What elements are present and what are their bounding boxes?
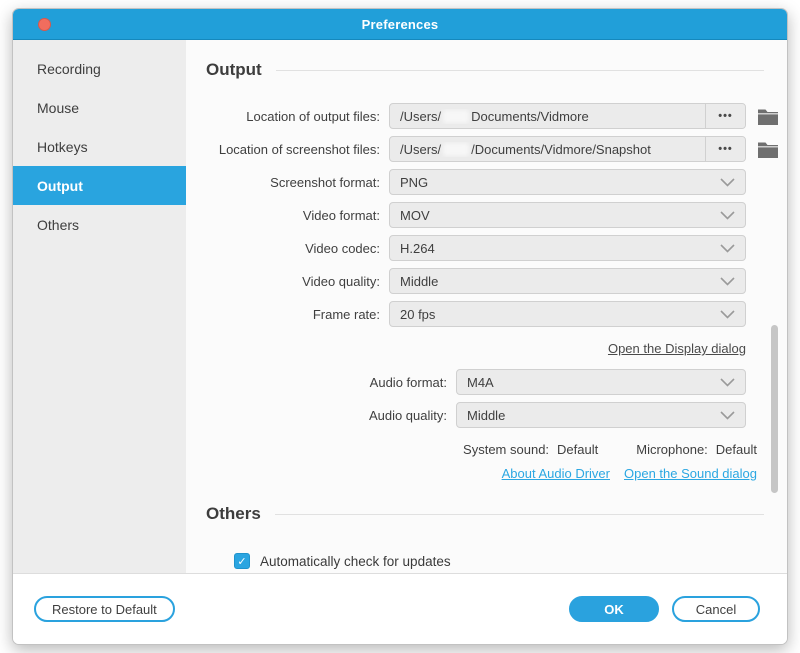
chevron-down-icon bbox=[720, 277, 735, 286]
window-title: Preferences bbox=[362, 17, 439, 32]
screenshot-location-row: Location of screenshot files: /Users//Do… bbox=[206, 136, 779, 162]
footer: Restore to Default OK Cancel bbox=[13, 573, 787, 644]
audio-format-select[interactable]: M4A bbox=[456, 369, 746, 395]
open-sound-dialog-link[interactable]: Open the Sound dialog bbox=[624, 466, 757, 481]
sidebar-item-label: Hotkeys bbox=[37, 139, 88, 155]
video-format-select[interactable]: MOV bbox=[389, 202, 746, 228]
output-location-field[interactable]: /Users/Documents/Vidmore ••• bbox=[389, 103, 746, 129]
video-codec-select[interactable]: H.264 bbox=[389, 235, 746, 261]
select-value: PNG bbox=[400, 175, 720, 190]
sidebar-item-mouse[interactable]: Mouse bbox=[13, 88, 186, 127]
browse-button[interactable]: ••• bbox=[705, 104, 745, 128]
field-label: Location of screenshot files: bbox=[206, 142, 389, 157]
others-heading: Others bbox=[206, 504, 261, 524]
field-label: Location of output files: bbox=[206, 109, 389, 124]
sound-status-row: System sound: Default Microphone: Default bbox=[206, 442, 779, 457]
updates-checkbox-label: Automatically check for updates bbox=[260, 554, 451, 569]
chevron-down-icon bbox=[720, 378, 735, 387]
sidebar-item-output[interactable]: Output bbox=[13, 166, 186, 205]
video-codec-row: Video codec: H.264 bbox=[206, 235, 779, 261]
audio-quality-row: Audio quality: Middle bbox=[206, 402, 779, 428]
select-value: Middle bbox=[467, 408, 720, 423]
select-value: M4A bbox=[467, 375, 720, 390]
sidebar-item-label: Output bbox=[37, 178, 83, 194]
sidebar-item-hotkeys[interactable]: Hotkeys bbox=[13, 127, 186, 166]
update-check-row: ✓ Automatically check for updates bbox=[234, 553, 787, 569]
select-value: Middle bbox=[400, 274, 720, 289]
output-section-header: Output bbox=[206, 60, 787, 80]
system-sound-value: Default bbox=[557, 442, 598, 457]
audio-format-row: Audio format: M4A bbox=[206, 369, 779, 395]
path-value: /Users/Documents/Vidmore bbox=[390, 109, 705, 124]
field-label: Video format: bbox=[206, 208, 389, 223]
chevron-down-icon bbox=[720, 178, 735, 187]
redacted-username bbox=[443, 143, 469, 156]
path-value: /Users//Documents/Vidmore/Snapshot bbox=[390, 142, 705, 157]
frame-rate-row: Frame rate: 20 fps bbox=[206, 301, 779, 327]
chevron-down-icon bbox=[720, 244, 735, 253]
divider bbox=[275, 514, 764, 515]
scrollbar-thumb[interactable] bbox=[771, 325, 778, 493]
field-label: Audio quality: bbox=[206, 408, 456, 423]
screenshot-format-row: Screenshot format: PNG bbox=[206, 169, 779, 195]
sidebar-item-label: Others bbox=[37, 217, 79, 233]
updates-checkbox[interactable]: ✓ bbox=[234, 553, 250, 569]
system-sound-label: System sound: bbox=[463, 442, 549, 457]
microphone-label: Microphone: bbox=[636, 442, 708, 457]
output-heading: Output bbox=[206, 60, 262, 80]
sidebar: Recording Mouse Hotkeys Output Others bbox=[13, 40, 186, 573]
chevron-down-icon bbox=[720, 310, 735, 319]
browse-button[interactable]: ••• bbox=[705, 137, 745, 161]
select-value: H.264 bbox=[400, 241, 720, 256]
screenshot-format-select[interactable]: PNG bbox=[389, 169, 746, 195]
divider bbox=[276, 70, 764, 71]
others-section-header: Others bbox=[206, 504, 787, 524]
video-quality-select[interactable]: Middle bbox=[389, 268, 746, 294]
sidebar-item-label: Mouse bbox=[37, 100, 79, 116]
folder-icon[interactable] bbox=[757, 140, 779, 158]
sidebar-item-label: Recording bbox=[37, 61, 101, 77]
close-button[interactable] bbox=[38, 18, 51, 31]
redacted-username bbox=[443, 110, 469, 123]
sidebar-item-recording[interactable]: Recording bbox=[13, 49, 186, 88]
select-value: MOV bbox=[400, 208, 720, 223]
ok-button[interactable]: OK bbox=[569, 596, 659, 622]
field-label: Video codec: bbox=[206, 241, 389, 256]
cancel-button[interactable]: Cancel bbox=[672, 596, 760, 622]
video-quality-row: Video quality: Middle bbox=[206, 268, 779, 294]
preferences-window: Preferences Recording Mouse Hotkeys Outp… bbox=[12, 8, 788, 645]
chevron-down-icon bbox=[720, 411, 735, 420]
restore-default-button[interactable]: Restore to Default bbox=[34, 596, 175, 622]
field-label: Video quality: bbox=[206, 274, 389, 289]
select-value: 20 fps bbox=[400, 307, 720, 322]
video-format-row: Video format: MOV bbox=[206, 202, 779, 228]
screenshot-location-field[interactable]: /Users//Documents/Vidmore/Snapshot ••• bbox=[389, 136, 746, 162]
frame-rate-select[interactable]: 20 fps bbox=[389, 301, 746, 327]
sidebar-item-others[interactable]: Others bbox=[13, 205, 186, 244]
open-display-dialog-link[interactable]: Open the Display dialog bbox=[608, 341, 746, 356]
folder-icon[interactable] bbox=[757, 107, 779, 125]
about-audio-driver-link[interactable]: About Audio Driver bbox=[502, 466, 610, 481]
chevron-down-icon bbox=[720, 211, 735, 220]
audio-quality-select[interactable]: Middle bbox=[456, 402, 746, 428]
field-label: Frame rate: bbox=[206, 307, 389, 322]
field-label: Audio format: bbox=[206, 375, 456, 390]
output-location-row: Location of output files: /Users/Documen… bbox=[206, 103, 779, 129]
field-label: Screenshot format: bbox=[206, 175, 389, 190]
microphone-value: Default bbox=[716, 442, 757, 457]
content-panel: Output Location of output files: /Users/… bbox=[186, 40, 787, 573]
titlebar: Preferences bbox=[13, 9, 787, 40]
